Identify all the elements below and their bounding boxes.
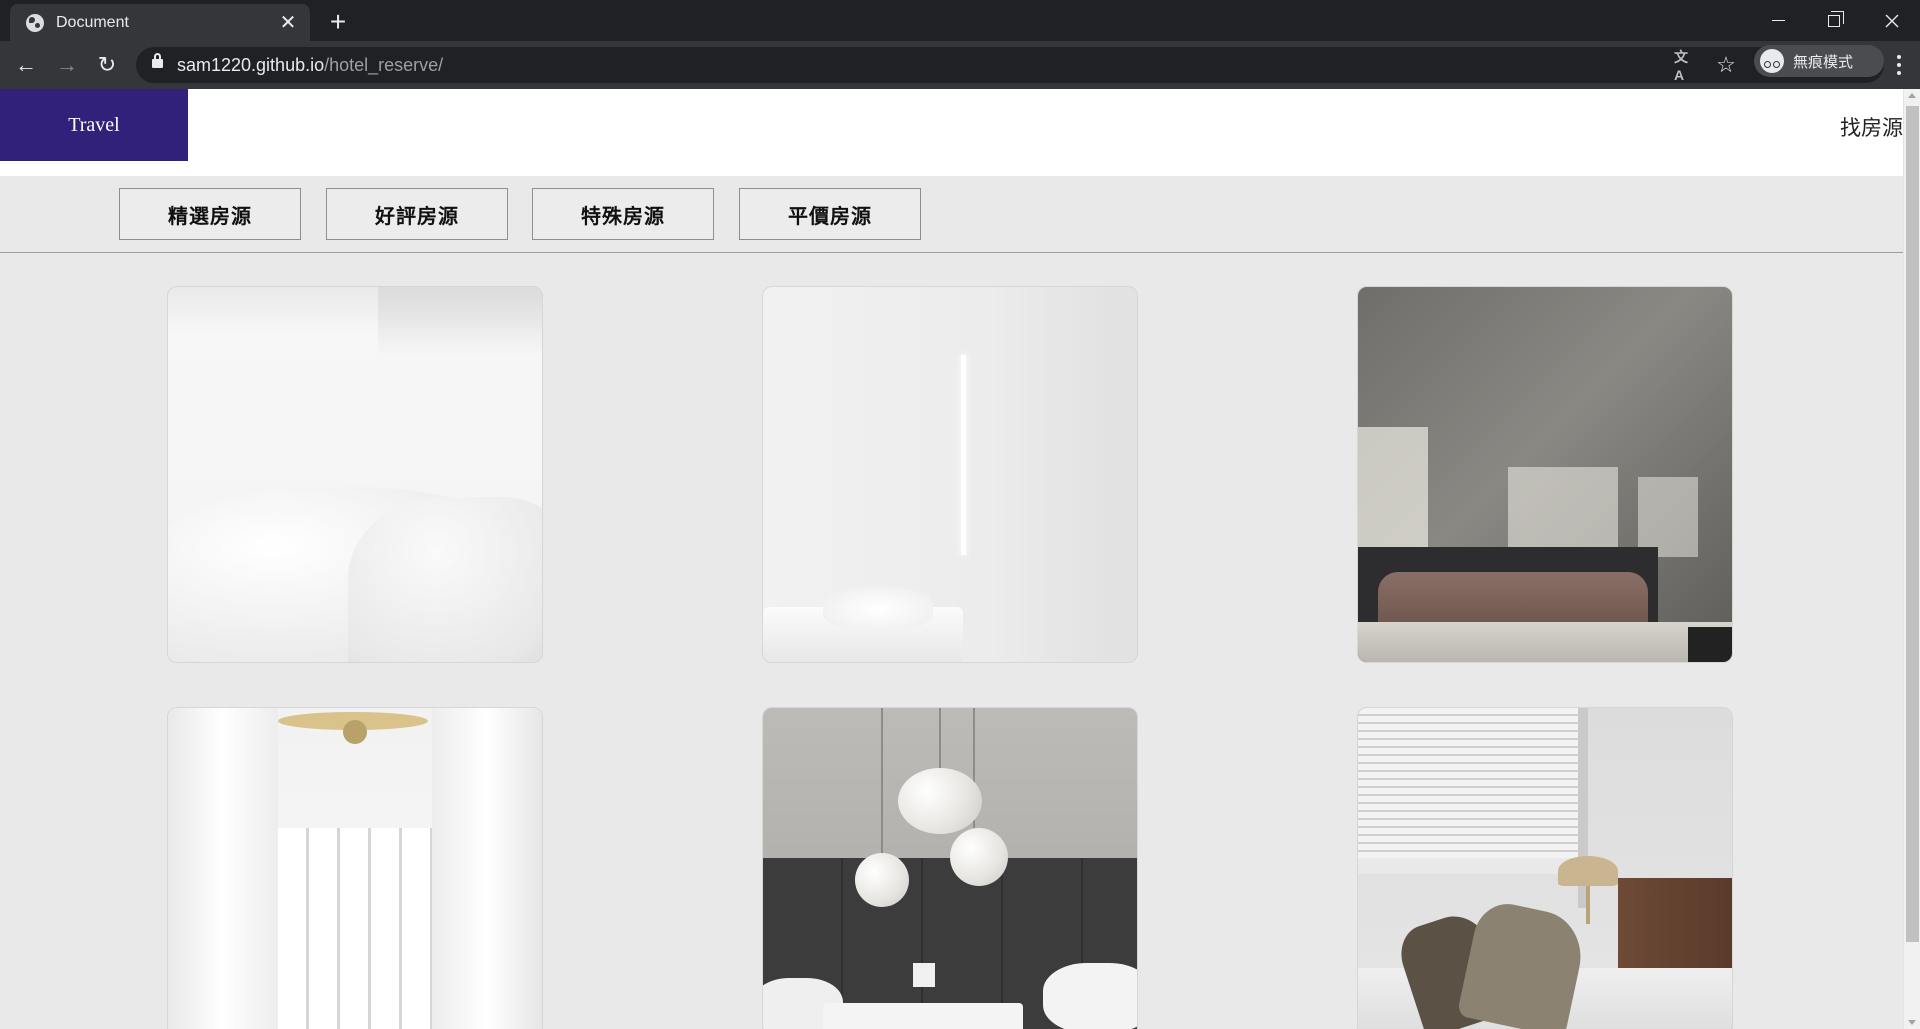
listing-photo[interactable] bbox=[1357, 707, 1733, 1029]
incognito-icon bbox=[1760, 49, 1784, 73]
tab-close-icon[interactable]: ✕ bbox=[278, 13, 298, 33]
close-window-button[interactable] bbox=[1864, 0, 1920, 41]
incognito-profile-button[interactable]: 無痕模式 bbox=[1754, 45, 1884, 77]
url-path: /hotel_reserve/ bbox=[324, 55, 444, 75]
filter-budget-button[interactable]: 平價房源 bbox=[739, 188, 921, 240]
minimize-button[interactable] bbox=[1750, 0, 1806, 41]
restore-button[interactable] bbox=[1806, 0, 1862, 41]
browser-menu-icon[interactable] bbox=[1884, 49, 1914, 81]
forward-button[interactable]: → bbox=[51, 49, 83, 81]
browser-tab-strip: Document ✕ + bbox=[0, 0, 1920, 41]
listing-photo[interactable] bbox=[167, 286, 543, 663]
tab-title: Document bbox=[56, 13, 129, 31]
new-tab-button[interactable]: + bbox=[325, 8, 351, 36]
url-text[interactable]: sam1220.github.io/hotel_reserve/ bbox=[177, 55, 443, 76]
site-header: Travel 找房源 bbox=[0, 89, 1903, 176]
listing-photo[interactable] bbox=[1357, 286, 1733, 663]
listing-photo[interactable] bbox=[762, 707, 1138, 1029]
page-viewport: Travel 找房源 精選房源 好評房源 特殊房源 平價房源 bbox=[0, 89, 1920, 1029]
restore-icon bbox=[1828, 10, 1844, 27]
browser-toolbar: ← → ↻ sam1220.github.io/hotel_reserve/ 文… bbox=[0, 41, 1920, 89]
bookmark-star-icon[interactable]: ☆ bbox=[1714, 52, 1738, 77]
close-icon bbox=[1885, 14, 1899, 27]
listing-photo[interactable] bbox=[762, 286, 1138, 663]
reload-button[interactable]: ↻ bbox=[91, 49, 123, 81]
filter-top-rated-button[interactable]: 好評房源 bbox=[326, 188, 508, 240]
scroll-down-arrow-icon[interactable] bbox=[1908, 1020, 1916, 1025]
filter-bar: 精選房源 好評房源 特殊房源 平價房源 bbox=[0, 176, 1903, 253]
filter-special-button[interactable]: 特殊房源 bbox=[532, 188, 714, 240]
url-host: sam1220.github.io bbox=[177, 55, 325, 75]
filter-featured-button[interactable]: 精選房源 bbox=[119, 188, 301, 240]
globe-icon bbox=[26, 13, 44, 32]
translate-icon[interactable]: 文A bbox=[1674, 49, 1698, 83]
scroll-up-arrow-icon[interactable] bbox=[1908, 93, 1916, 98]
profile-label: 無痕模式 bbox=[1793, 53, 1854, 71]
address-bar[interactable]: sam1220.github.io/hotel_reserve/ 文A ☆ bbox=[136, 47, 1884, 83]
brand-logo[interactable]: Travel bbox=[0, 89, 188, 161]
browser-tab[interactable]: Document ✕ bbox=[10, 4, 310, 41]
find-listings-link[interactable]: 找房源 bbox=[1840, 112, 1903, 142]
page-scrollbar[interactable] bbox=[1903, 89, 1920, 1029]
scrollbar-thumb[interactable] bbox=[1906, 106, 1919, 942]
minimize-icon bbox=[1771, 19, 1785, 22]
listing-photo[interactable] bbox=[167, 707, 543, 1029]
lock-icon[interactable] bbox=[152, 53, 163, 68]
back-button[interactable]: ← bbox=[10, 49, 42, 81]
